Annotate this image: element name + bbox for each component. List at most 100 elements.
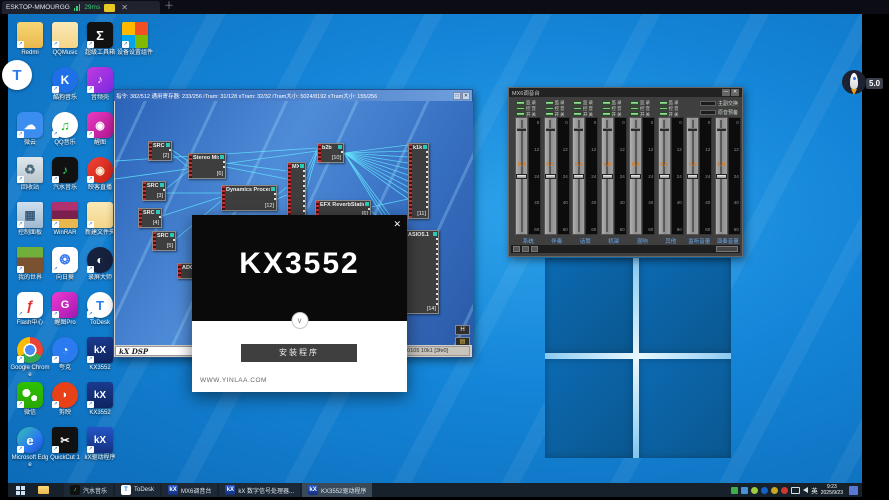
desktop-icon[interactable]: ↗微信 <box>10 382 50 417</box>
green-led-button[interactable] <box>659 112 668 116</box>
desktop-icon[interactable]: ↗WinRAR <box>45 202 85 237</box>
tray-icon[interactable] <box>751 487 758 494</box>
expand-button[interactable]: ∨ <box>291 312 308 329</box>
mixer-tool-button[interactable] <box>513 246 520 252</box>
fader-handle[interactable] <box>716 174 727 179</box>
dsp-node[interactable]: SRC[4] <box>138 208 162 228</box>
channel-fader[interactable]: 0.0 <box>629 117 642 235</box>
green-led-button[interactable] <box>573 112 582 116</box>
channel-fader[interactable]: 0.0 <box>572 117 585 235</box>
green-led-button[interactable] <box>516 112 525 116</box>
desktop-icon[interactable]: ♻↗回收站 <box>10 157 50 192</box>
taskbar-app-button[interactable]: kXkX 数字信号处理器... <box>219 483 300 497</box>
mixer-tool-button[interactable] <box>522 246 529 252</box>
desktop-icon[interactable]: ƒ↗Flash中心 <box>10 292 50 327</box>
node-button-icon[interactable] <box>423 145 427 149</box>
dsp-titlebar[interactable]: 指令: 382/512 通用寄存器: 233/256 iTram: 31/128… <box>114 90 472 101</box>
dsp-node[interactable]: Stereo Mix[6] <box>188 153 226 179</box>
close-icon[interactable]: ✕ <box>462 92 470 100</box>
node-button-icon[interactable] <box>220 155 224 159</box>
tray-icon[interactable] <box>849 486 858 495</box>
green-led-button[interactable] <box>659 101 668 105</box>
pan-handle[interactable] <box>546 128 555 131</box>
node-button-icon[interactable] <box>156 210 160 214</box>
green-led-button[interactable] <box>545 112 554 116</box>
desktop-icon[interactable]: ▦↗控制面板 <box>10 202 50 237</box>
channel-fader[interactable]: 0.0 <box>515 117 528 235</box>
dsp-node[interactable]: Dynamics Processor[12] <box>221 185 277 211</box>
green-led-button[interactable] <box>573 101 582 105</box>
green-led-button[interactable] <box>602 112 611 116</box>
pan-handle[interactable] <box>688 128 697 131</box>
fader-handle[interactable] <box>516 174 527 179</box>
minimize-icon[interactable]: — <box>722 89 730 96</box>
session-tool-icon[interactable] <box>104 4 115 12</box>
desktop-icon[interactable]: ✂↗QuickCut 1 <box>45 427 85 462</box>
booster-rocket-icon[interactable] <box>841 68 867 106</box>
node-button-icon[interactable] <box>170 233 174 237</box>
desktop-icon[interactable]: ↗Google Chrome <box>10 337 50 378</box>
todesk-floating-widget[interactable]: T <box>2 60 32 90</box>
mixer-preset-selector[interactable] <box>716 246 738 252</box>
node-button-icon[interactable] <box>300 164 304 168</box>
start-button[interactable] <box>8 483 32 497</box>
remote-session-tab[interactable]: ESKTOP-MMOURGG 29ms ✕ <box>2 1 160 14</box>
pan-handle[interactable] <box>517 128 526 131</box>
desktop-icon[interactable]: ◗↗剪映 <box>45 382 85 417</box>
node-button-icon[interactable] <box>160 183 164 187</box>
fader-handle[interactable] <box>602 174 613 179</box>
close-icon[interactable]: ✕ <box>731 89 739 96</box>
channel-fader[interactable]: 0.0 <box>601 117 614 235</box>
tray-icon[interactable] <box>761 487 768 494</box>
desktop-icon[interactable]: G↗醒图Pro <box>45 292 85 327</box>
dsp-node[interactable]: ASIO5.1[14] <box>403 230 439 314</box>
tray-icon[interactable] <box>741 487 748 494</box>
dsp-node[interactable]: SRC[2] <box>148 141 172 161</box>
dsp-node[interactable]: k1k[11] <box>408 143 429 219</box>
pan-handle[interactable] <box>660 128 669 131</box>
maximize-icon[interactable]: □ <box>453 92 461 100</box>
green-led-button[interactable] <box>659 107 668 111</box>
pan-handle[interactable] <box>717 128 726 131</box>
install-button[interactable]: 安装程序 <box>241 344 357 362</box>
close-tab-icon[interactable]: ✕ <box>121 3 128 12</box>
desktop-icon[interactable]: ↗QQMusic <box>45 22 85 57</box>
tray-icon[interactable] <box>781 487 788 494</box>
desktop-icon[interactable]: ↗Redmi <box>10 22 50 57</box>
desktop-icon[interactable]: ↗设备设置组件 <box>115 22 155 57</box>
green-led-button[interactable] <box>630 107 639 111</box>
fader-handle[interactable] <box>659 174 670 179</box>
channel-fader[interactable]: 0.0 <box>544 117 557 235</box>
desktop-icon[interactable]: ♫↗QQ音乐 <box>45 112 85 147</box>
desktop-icon[interactable]: e↗Microsoft Edge <box>10 427 50 468</box>
node-button-icon[interactable] <box>338 145 342 149</box>
fader-handle[interactable] <box>630 174 641 179</box>
green-led-button[interactable] <box>516 101 525 105</box>
fader-handle[interactable] <box>573 174 584 179</box>
pan-handle[interactable] <box>603 128 612 131</box>
taskbar-app-button[interactable]: kXMX6调音台 <box>162 483 217 497</box>
desktop-icon[interactable]: kX↗kX驱动程序 <box>80 427 120 462</box>
taskbar-app-button[interactable]: ♪汽水音乐 <box>64 483 113 497</box>
green-led-button[interactable] <box>573 107 582 111</box>
ime-indicator[interactable]: 英 <box>811 485 818 495</box>
desktop-icon[interactable]: ♪↗汽水音乐 <box>45 157 85 192</box>
mixer-tool-button[interactable] <box>531 246 538 252</box>
channel-fader[interactable]: 0.0 <box>715 117 728 235</box>
new-tab-icon[interactable]: ＋ <box>150 0 174 14</box>
pan-handle[interactable] <box>574 128 583 131</box>
desktop-icon[interactable]: ◔↗夸克 <box>45 337 85 372</box>
green-led-button[interactable] <box>630 101 639 105</box>
channel-fader[interactable]: 0.0 <box>686 117 699 235</box>
channel-fader[interactable]: 0.0 <box>658 117 671 235</box>
file-explorer-button[interactable] <box>32 483 54 497</box>
dsp-node[interactable]: b2b[10] <box>317 143 344 163</box>
dsp-node[interactable]: SRC[3] <box>142 181 166 201</box>
tray-icon[interactable] <box>771 487 778 494</box>
monitor-preset-button[interactable] <box>700 110 716 115</box>
green-led-button[interactable] <box>516 107 525 111</box>
green-led-button[interactable] <box>602 107 611 111</box>
node-button-icon[interactable] <box>365 202 369 206</box>
desktop-icon[interactable]: ❂↗向日葵 <box>45 247 85 282</box>
speaker-icon[interactable] <box>803 487 808 493</box>
